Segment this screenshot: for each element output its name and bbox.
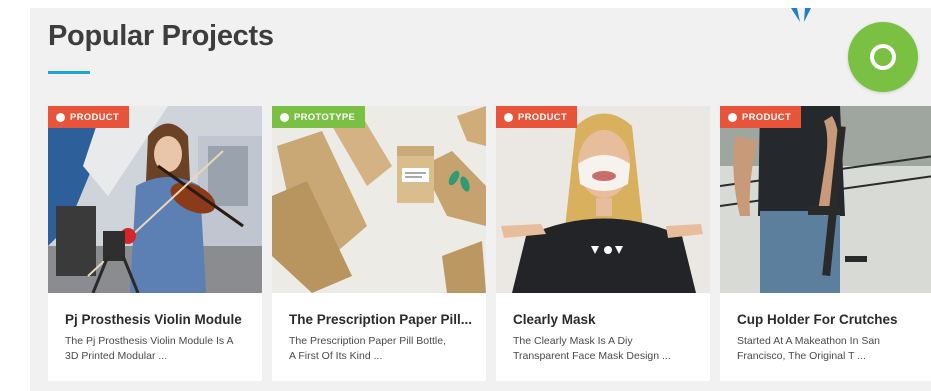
project-description: The Clearly Mask Is A Diy Transparent Fa… — [513, 334, 703, 364]
project-title[interactable]: Pj Prosthesis Violin Module — [65, 312, 255, 327]
dot-icon — [728, 112, 737, 122]
section-title: Popular Projects — [48, 20, 274, 52]
badge-product: PRODUCT — [496, 106, 578, 128]
description-line: The Prescription Paper Pill Bottle, — [289, 335, 446, 347]
project-image-violin[interactable] — [48, 106, 262, 293]
project-cards: PRODUCT Pj Prosthesis Violin Module The … — [48, 106, 931, 381]
title-underline — [48, 71, 90, 74]
badge-label: PRODUCT — [518, 111, 568, 123]
project-title[interactable]: The Prescription Paper Pill... — [289, 312, 479, 327]
description-line: Started At A Makeathon In San — [737, 335, 881, 347]
dot-icon — [504, 112, 513, 122]
description-line: A First Of Its Kind ... — [289, 350, 383, 362]
description-line: The Clearly Mask Is A Diy — [513, 335, 633, 347]
description-line: Transparent Face Mask Design ... — [513, 350, 671, 362]
description-line: Francisco, The Original T ... — [737, 350, 866, 362]
description-line: The Pj Prosthesis Violin Module Is A — [65, 335, 234, 347]
floating-action-button[interactable] — [848, 22, 918, 92]
project-title[interactable]: Clearly Mask — [513, 312, 703, 327]
badge-product: PRODUCT — [720, 106, 802, 128]
project-card-violin[interactable]: PRODUCT Pj Prosthesis Violin Module The … — [48, 106, 262, 381]
badge-label: PROTOTYPE — [294, 111, 356, 123]
project-description: Started At A Makeathon In San Francisco,… — [737, 334, 927, 364]
project-image-crutch-cup-holder[interactable] — [720, 106, 931, 293]
description-line: 3D Printed Modular ... — [65, 350, 168, 362]
project-image-clearly-mask[interactable] — [496, 106, 710, 293]
badge-product: PRODUCT — [48, 106, 130, 128]
dot-icon — [280, 112, 289, 122]
chevron-marker-icon — [791, 8, 811, 22]
project-title[interactable]: Cup Holder For Crutches — [737, 312, 927, 327]
badge-label: PRODUCT — [70, 111, 120, 123]
badge-prototype: PROTOTYPE — [272, 106, 366, 128]
project-card-crutch-cup-holder[interactable]: PRODUCT Cup Holder For Crutches Started … — [720, 106, 931, 381]
project-card-pill-bottle[interactable]: PROTOTYPE The Prescription Paper Pill...… — [272, 106, 486, 381]
project-description: The Prescription Paper Pill Bottle, A Fi… — [289, 334, 479, 364]
project-image-pill-bottle[interactable] — [272, 106, 486, 293]
circle-ring-icon — [870, 44, 896, 70]
project-description: The Pj Prosthesis Violin Module Is A 3D … — [65, 334, 255, 364]
project-card-clearly-mask[interactable]: PRODUCT Clearly Mask The Clearly Mask Is… — [496, 106, 710, 381]
dot-icon — [56, 112, 65, 122]
badge-label: PRODUCT — [742, 111, 792, 123]
